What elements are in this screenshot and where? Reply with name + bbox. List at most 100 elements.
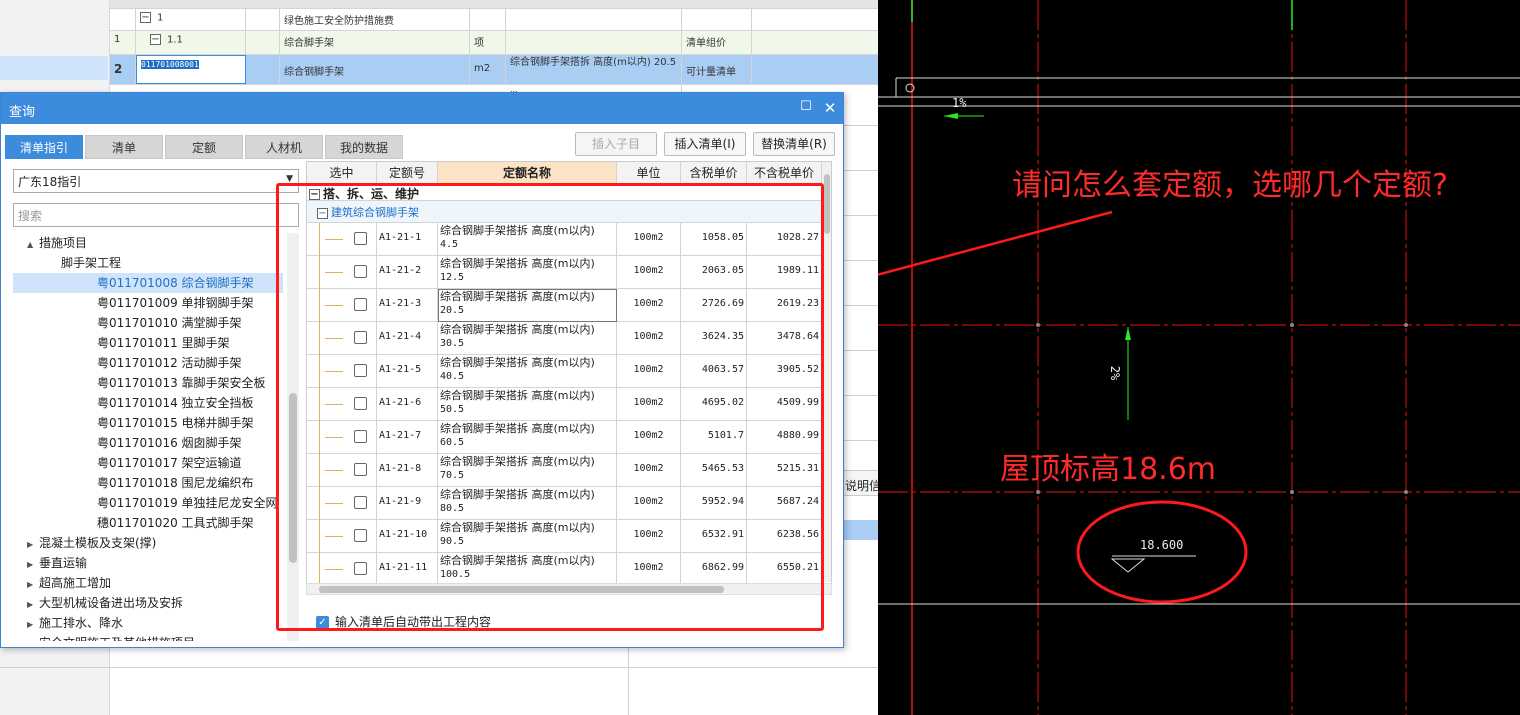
expanded-arrow-icon[interactable]: ▲: [27, 235, 39, 255]
quota-height: 90.5: [440, 536, 465, 547]
dialog-titlebar[interactable]: 查询 ☐ ✕: [1, 93, 843, 124]
row-checkbox[interactable]: [354, 397, 367, 410]
insert-list-button[interactable]: 插入清单(I): [664, 132, 746, 156]
grid-vertical-scrollbar[interactable]: [822, 162, 831, 582]
quota-row[interactable]: A1-21-3 综合钢脚手架搭拆 高度(m以内) 20.5 100m2 2726.69 2…: [307, 289, 822, 322]
tree-node[interactable]: 粤011701010 满堂脚手架: [97, 313, 242, 333]
row-checkbox[interactable]: [354, 331, 367, 344]
replace-list-button[interactable]: 替换清单(R): [753, 132, 835, 156]
collapse-icon[interactable]: −: [140, 12, 151, 23]
tree-node[interactable]: 粤011701013 靠脚手架安全板: [97, 373, 266, 393]
row-checkbox[interactable]: [354, 430, 367, 443]
row-checkbox[interactable]: [354, 496, 367, 509]
query-dialog[interactable]: 查询 ☐ ✕ 清单指引 清单 定额 人材机 我的数据 插入子目 插入清单(I) …: [0, 92, 844, 648]
tab-quota[interactable]: 定额: [165, 135, 243, 159]
tree-node[interactable]: ▶ 大型机械设备进出场及安拆: [27, 593, 183, 613]
tree-node[interactable]: ▶ 混凝土模板及支架(撑): [27, 533, 156, 553]
col-header-price-notax[interactable]: 不含税单价: [747, 162, 822, 184]
tree-node[interactable]: 粤011701018 围尼龙编织布: [97, 473, 254, 493]
tree-node[interactable]: ▶ 施工排水、降水: [27, 613, 123, 633]
row-code: −1.1: [136, 31, 246, 54]
tab-my-data[interactable]: 我的数据: [325, 135, 403, 159]
description-tab[interactable]: 说明信: [843, 470, 878, 496]
col-header-select[interactable]: 选中: [307, 162, 377, 184]
quota-row[interactable]: A1-21-6 综合钢脚手架搭拆 高度(m以内) 50.5 100m2 4695.02 4…: [307, 388, 822, 421]
tab-guide[interactable]: 清单指引: [5, 135, 83, 159]
scrollbar-thumb[interactable]: [824, 174, 830, 234]
maximize-icon[interactable]: ☐: [797, 99, 815, 114]
quota-row[interactable]: A1-21-5 综合钢脚手架搭拆 高度(m以内) 40.5 100m2 4063.57 3…: [307, 355, 822, 388]
auto-fill-checkbox[interactable]: ✓ 输入清单后自动带出工程内容: [316, 613, 491, 630]
tree-node[interactable]: 粤011701016 烟囱脚手架: [97, 433, 242, 453]
quota-name: 综合钢脚手架搭拆 高度(m以内) 50.5: [438, 388, 617, 421]
quota-row[interactable]: A1-21-11 综合钢脚手架搭拆 高度(m以内) 100.5 100m2 6862.9…: [307, 553, 822, 585]
col-header-code[interactable]: 定额号: [377, 162, 438, 184]
tree-node[interactable]: 穗011701020 工具式脚手架: [97, 513, 254, 533]
tree-node[interactable]: ▶ 超高施工增加: [27, 573, 111, 593]
tree-node[interactable]: 粤011701014 独立安全挡板: [97, 393, 254, 413]
collapsed-arrow-icon[interactable]: ▶: [27, 555, 39, 575]
quota-row[interactable]: A1-21-9 综合钢脚手架搭拆 高度(m以内) 80.5 100m2 5952.94 5…: [307, 487, 822, 520]
row-checkbox[interactable]: [354, 298, 367, 311]
col-header-price-tax[interactable]: 含税单价: [681, 162, 747, 184]
collapsed-arrow-icon[interactable]: ▶: [27, 535, 39, 555]
quota-name-text: 综合钢脚手架搭拆 高度(m以内): [440, 257, 595, 270]
background-row[interactable]: 1 −1.1 综合脚手架 项 清单组价: [110, 31, 878, 55]
tree-scrollbar[interactable]: [287, 233, 299, 641]
row-checkbox[interactable]: [354, 529, 367, 542]
tree-node[interactable]: 脚手架工程: [61, 253, 121, 273]
checkmark-icon[interactable]: ✓: [316, 616, 329, 629]
col-header-unit[interactable]: 单位: [617, 162, 681, 184]
tab-materials[interactable]: 人材机: [245, 135, 323, 159]
tree-node-label: 粤011701015 电梯井脚手架: [97, 416, 254, 430]
group-row[interactable]: − 搭、拆、运、维护: [307, 184, 822, 201]
collapse-icon[interactable]: −: [150, 34, 161, 45]
quota-row[interactable]: A1-21-8 综合钢脚手架搭拆 高度(m以内) 70.5 100m2 5465.53 5…: [307, 454, 822, 487]
guide-select[interactable]: 广东18指引 ▼: [13, 169, 299, 193]
tree-node[interactable]: 粤011701017 架空运输道: [97, 453, 242, 473]
tree-node-label: 粤011701013 靠脚手架安全板: [97, 376, 266, 390]
tree-node[interactable]: 粤011701012 活动脚手架: [97, 353, 242, 373]
tree-node[interactable]: 粤011701008 综合钢脚手架: [13, 273, 283, 293]
search-input[interactable]: 搜索: [13, 203, 299, 227]
row-checkbox[interactable]: [354, 562, 367, 575]
row-code-editor[interactable]: 011701008001: [136, 55, 246, 84]
tree-node[interactable]: 粤011701015 电梯井脚手架: [97, 413, 254, 433]
background-row-selected[interactable]: 2 011701008001 综合钢脚手架 m2 综合钢脚手架搭拆 高度(m以内…: [110, 55, 878, 85]
row-checkbox[interactable]: [354, 364, 367, 377]
quota-row[interactable]: A1-21-10 综合钢脚手架搭拆 高度(m以内) 90.5 100m2 6532.91…: [307, 520, 822, 553]
quota-row[interactable]: A1-21-7 综合钢脚手架搭拆 高度(m以内) 60.5 100m2 5101.7 48…: [307, 421, 822, 454]
collapsed-arrow-icon[interactable]: ▶: [27, 595, 39, 615]
collapsed-arrow-icon[interactable]: ▶: [27, 575, 39, 595]
close-icon[interactable]: ✕: [821, 99, 839, 117]
quota-name: 综合钢脚手架搭拆 高度(m以内) 40.5: [438, 355, 617, 388]
subgroup-row[interactable]: − 建筑综合钢脚手架: [307, 201, 822, 223]
collapse-icon[interactable]: −: [309, 189, 320, 200]
scrollbar-thumb[interactable]: [289, 393, 297, 563]
grid-horizontal-scrollbar[interactable]: [306, 583, 832, 595]
quota-name-text: 综合钢脚手架搭拆 高度(m以内): [440, 554, 595, 567]
collapsed-arrow-icon[interactable]: ▶: [27, 615, 39, 635]
tab-list[interactable]: 清单: [85, 135, 163, 159]
tree-node[interactable]: ▶安全文明施工及其他措施项目: [27, 633, 195, 641]
quota-unit: 100m2: [617, 454, 681, 487]
tree-node[interactable]: ▶ 垂直运输: [27, 553, 87, 573]
col-header-name[interactable]: 定额名称: [438, 162, 617, 184]
price-without-tax: 3905.52: [747, 355, 822, 388]
tree-node[interactable]: 粤011701009 单排钢脚手架: [97, 293, 254, 313]
collapse-icon[interactable]: −: [317, 207, 328, 219]
scrollbar-thumb[interactable]: [319, 586, 724, 593]
tree-node[interactable]: 粤011701019 单独挂尼龙安全网: [97, 493, 278, 513]
row-checkbox[interactable]: [354, 265, 367, 278]
insert-child-button[interactable]: 插入子目: [575, 132, 657, 156]
row-checkbox[interactable]: [354, 232, 367, 245]
tree-node[interactable]: 粤011701011 里脚手架: [97, 333, 230, 353]
quota-row[interactable]: A1-21-2 综合钢脚手架搭拆 高度(m以内) 12.5 100m2 2063.05 1…: [307, 256, 822, 289]
cad-drawing: 1% 2% 18.600 请问怎么套定额，选哪几个定额? 屋顶标高18.6m: [878, 0, 1520, 715]
tree-node[interactable]: ▲ 措施项目: [27, 233, 87, 253]
background-row[interactable]: −1 绿色施工安全防护措施费: [110, 9, 878, 31]
quota-row[interactable]: A1-21-4 综合钢脚手架搭拆 高度(m以内) 30.5 100m2 3624.35 3…: [307, 322, 822, 355]
collapsed-arrow-icon[interactable]: ▶: [27, 635, 39, 641]
row-checkbox[interactable]: [354, 463, 367, 476]
quota-row[interactable]: A1-21-1 综合钢脚手架搭拆 高度(m以内) 4.5 100m2 1058.05 10…: [307, 223, 822, 256]
